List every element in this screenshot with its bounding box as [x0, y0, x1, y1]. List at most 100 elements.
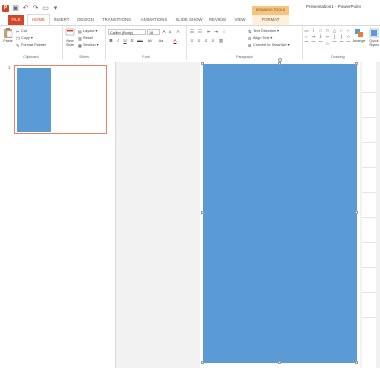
resize-handle-bottom-right[interactable] — [355, 361, 358, 364]
tab-format[interactable]: FORMAT — [252, 15, 289, 25]
paste-label: Paste — [3, 39, 13, 43]
shape-option[interactable]: ⇦ — [325, 34, 330, 39]
font-name-dropdown[interactable]: Calibri (Body) — [108, 29, 146, 35]
paste-button[interactable]: Paste — [2, 28, 14, 43]
save-icon[interactable]: ▣ — [12, 5, 19, 12]
section-button[interactable]: ▦ Section ▾ — [78, 42, 99, 48]
redo-icon[interactable]: ↷ — [32, 5, 39, 12]
increase-indent-icon[interactable]: ⇥ — [213, 29, 219, 35]
cut-button[interactable]: ✂ Cut — [16, 28, 27, 34]
columns-icon[interactable]: ▥ — [218, 38, 224, 44]
present-icon[interactable]: ▭ — [42, 5, 49, 12]
copy-icon: ❐ — [16, 36, 20, 41]
chevron-down-icon: ▾ — [95, 29, 98, 33]
tab-animations[interactable]: ANIMATIONS — [137, 15, 171, 25]
resize-handle-top[interactable] — [278, 62, 281, 65]
powerpoint-app-icon[interactable]: P — [2, 4, 9, 12]
font-size-dropdown[interactable]: 18 — [147, 29, 160, 35]
shape-option[interactable]: ⇒ — [311, 34, 316, 39]
shrink-font-button[interactable]: A — [167, 29, 173, 35]
font-color-button[interactable]: A — [172, 38, 178, 44]
shape-option[interactable]: □ — [325, 28, 330, 33]
change-case-button[interactable]: Aa — [157, 38, 165, 44]
shape-option[interactable]: ⌐ — [304, 34, 309, 39]
shape-option[interactable]: ▭ — [304, 28, 309, 33]
shape-option[interactable]: ⌒ — [318, 41, 323, 46]
align-text-button[interactable]: ⊟ Align Text ▾ — [248, 35, 273, 41]
shadow-button[interactable]: S — [129, 38, 135, 44]
tab-review[interactable]: REVIEW — [207, 15, 228, 25]
resize-handle-left[interactable] — [201, 211, 204, 214]
ribbon-tabs: FILE HOME INSERT DESIGN TRANSITIONS ANIM… — [0, 14, 380, 26]
align-center-icon[interactable]: ≡ — [196, 38, 202, 44]
chevron-down-icon: ▾ — [270, 36, 273, 40]
copy-button[interactable]: ❐ Copy ▾ — [16, 35, 33, 41]
cut-label: Cut — [21, 28, 27, 33]
strikethrough-button[interactable]: abc — [136, 38, 144, 44]
decrease-indent-icon[interactable]: ⇤ — [206, 29, 212, 35]
shape-option[interactable]: ⌐ — [346, 28, 351, 33]
align-right-icon[interactable]: ≡ — [203, 38, 209, 44]
paste-icon — [4, 28, 13, 38]
undo-icon[interactable]: ↶ — [22, 5, 29, 12]
layout-button[interactable]: ▤ Layout ▾ — [78, 28, 98, 34]
underline-button[interactable]: U — [122, 38, 128, 44]
shape-option[interactable]: { — [332, 34, 337, 39]
shape-option[interactable]: \ — [311, 28, 316, 33]
shape-option[interactable]: ⌐ — [339, 28, 344, 33]
tab-design[interactable]: DESIGN — [75, 15, 96, 25]
rectangle-shape[interactable] — [203, 64, 357, 363]
vertical-scrollbar[interactable] — [376, 62, 380, 368]
shapes-gallery[interactable]: ▭ \ ○ □ △ ⌐ ⌐ ⌐ ⇒ ⇩ ⇦{} ☆ ⌒ ⌒ ⌒ ☆ ⌒ ⌒ ⌒ — [304, 28, 351, 46]
shape-option[interactable]: △ — [332, 28, 337, 33]
shape-option[interactable]: ⇩ — [318, 34, 323, 39]
tab-file[interactable]: FILE — [8, 15, 24, 25]
line-spacing-icon[interactable]: ↕ — [221, 29, 227, 35]
resize-handle-bottom[interactable] — [278, 361, 281, 364]
quick-styles-icon — [369, 28, 379, 38]
quick-styles-button[interactable]: Quick Styles — [368, 28, 380, 47]
clear-formatting-button[interactable]: A — [175, 29, 181, 35]
bullets-icon[interactable]: ☰ — [189, 29, 195, 35]
italic-button[interactable]: I — [115, 38, 121, 44]
shape-option[interactable]: } — [339, 34, 344, 39]
tab-transitions[interactable]: TRANSITIONS — [99, 15, 134, 25]
slide-thumbnail[interactable] — [14, 65, 107, 134]
title-bar: P ▣ ↶ ↷ ▭ ▾ DRAWING TOOLS Presentation1 … — [0, 0, 380, 15]
shape-option[interactable]: ⌒ — [304, 41, 309, 46]
shape-option[interactable]: ○ — [318, 28, 323, 33]
shape-option[interactable]: ⌒ — [346, 41, 351, 46]
shape-option[interactable]: ⌒ — [339, 41, 344, 46]
format-painter-button[interactable]: ✎ Format Painter — [16, 42, 46, 48]
tab-insert[interactable]: INSERT — [51, 15, 72, 25]
resize-handle-bottom-left[interactable] — [201, 361, 204, 364]
shape-option[interactable]: ⌒ — [332, 41, 337, 46]
convert-smartart-button[interactable]: ⊞ Convert to SmartArt ▾ — [248, 42, 289, 48]
bold-button[interactable]: B — [108, 38, 114, 44]
new-slide-button[interactable]: New Slide — [64, 28, 76, 47]
smartart-icon: ⊞ — [248, 43, 252, 48]
font-group: Calibri (Body) 18 A A A B I U S abc AV A… — [106, 26, 187, 60]
justify-icon[interactable]: ≡ — [210, 38, 216, 44]
resize-handle-right[interactable] — [355, 211, 358, 214]
arrange-button[interactable]: Arrange — [352, 28, 366, 43]
copy-label: Copy — [21, 35, 30, 40]
thumbnail-shape — [17, 68, 51, 132]
tab-view[interactable]: VIEW — [231, 15, 249, 25]
resize-handle-top-left[interactable] — [201, 62, 204, 65]
text-direction-icon: ⇅ — [248, 29, 252, 34]
shape-option[interactable]: ☆ — [346, 34, 351, 39]
drawing-tools-tab-group: DRAWING TOOLS — [252, 6, 289, 15]
customize-qat-icon[interactable]: ▾ — [52, 5, 59, 12]
resize-handle-top-right[interactable] — [355, 62, 358, 65]
reset-button[interactable]: ▥ Reset — [78, 35, 93, 41]
numbering-icon[interactable]: ☷ — [197, 29, 203, 35]
tab-slide-show[interactable]: SLIDE SHOW — [174, 15, 204, 25]
chevron-down-icon: ▾ — [30, 36, 33, 40]
paragraph-group-label: Paragraph — [236, 55, 253, 59]
shape-option[interactable]: ☆ — [325, 41, 330, 46]
shape-option[interactable]: ⌒ — [311, 41, 316, 46]
text-direction-button[interactable]: ⇅ Text Direction ▾ — [248, 28, 279, 34]
character-spacing-button[interactable]: AV — [146, 38, 154, 44]
align-left-icon[interactable]: ≡ — [189, 38, 195, 44]
